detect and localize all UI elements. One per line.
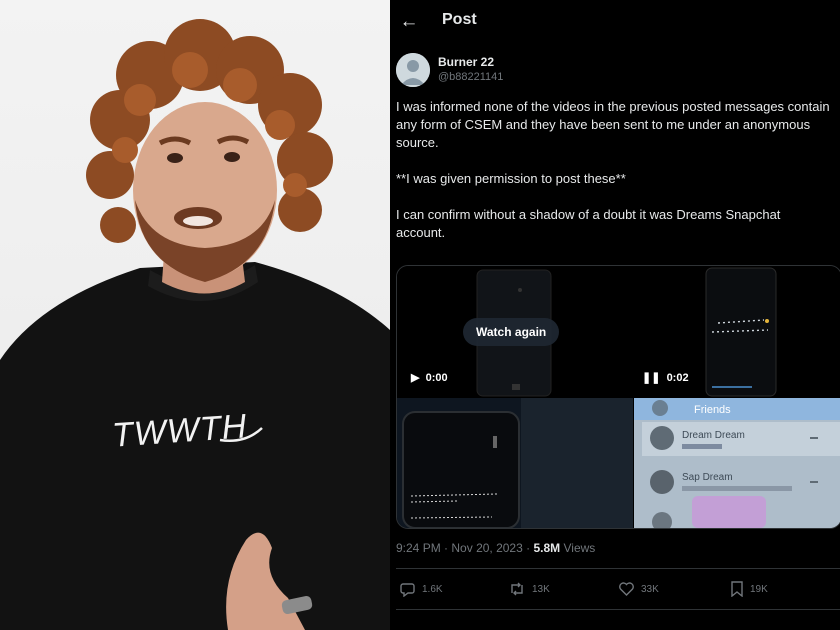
author-handle[interactable]: @b88221141 xyxy=(438,71,503,83)
divider xyxy=(396,568,840,569)
image-tile-3[interactable] xyxy=(397,398,633,528)
action-bar: 1.6K 13K 33K 19K xyxy=(396,578,836,600)
play-icon: ▶ xyxy=(411,372,420,384)
post-panel: ← Post Burner 22 @b88221141 I was inform… xyxy=(390,0,840,630)
repost-button[interactable]: 13K xyxy=(508,578,550,600)
header-title: Post xyxy=(442,11,477,28)
presenter-photo: TWWTH xyxy=(0,0,390,630)
snapchat-row-2: Sap Dream xyxy=(682,472,733,483)
post-header: ← Post xyxy=(390,0,840,44)
friends-label: Friends xyxy=(694,404,731,416)
repost-count: 13K xyxy=(532,583,550,595)
presenter-illustration: TWWTH xyxy=(0,19,390,630)
post-meta: 9:24 PM · Nov 20, 2023 · 5.8M Views xyxy=(396,541,595,555)
post-date[interactable]: Nov 20, 2023 xyxy=(451,541,522,555)
meta-separator: · xyxy=(526,541,531,555)
meta-separator: · xyxy=(444,541,449,555)
repost-icon xyxy=(511,582,523,596)
post-paragraph: I can confirm without a shadow of a doub… xyxy=(396,207,781,240)
video-1-time: 0:00 xyxy=(425,372,448,384)
phone-screenshot-image xyxy=(397,398,633,528)
post-time[interactable]: 9:24 PM xyxy=(396,541,441,555)
snapchat-friends-image: Friends Dream Dream Sap Dream xyxy=(634,398,840,528)
views-label: Views xyxy=(563,541,596,555)
bookmark-icon xyxy=(731,581,743,597)
post-paragraph: I was informed none of the videos in the… xyxy=(396,99,830,150)
author-avatar[interactable] xyxy=(396,53,430,87)
pause-icon: ❚❚ xyxy=(642,372,661,384)
video-2-pause-control[interactable]: ❚❚ 0:02 xyxy=(642,371,689,384)
back-arrow-icon[interactable]: ← xyxy=(396,9,422,35)
default-avatar-icon xyxy=(396,53,430,87)
image-tile-4[interactable]: Friends Dream Dream Sap Dream xyxy=(634,398,840,528)
media-grid: Watch again ▶ 0:00 ❚❚ 0:02 Friends Dream… xyxy=(396,265,840,529)
author-name[interactable]: Burner 22 xyxy=(438,55,494,69)
heart-icon xyxy=(619,582,634,596)
like-count: 33K xyxy=(641,583,659,595)
views-count: 5.8M xyxy=(533,541,561,555)
video-1-play-control[interactable]: ▶ 0:00 xyxy=(411,371,448,384)
reply-count: 1.6K xyxy=(422,583,443,595)
video-tile-1[interactable]: Watch again ▶ 0:00 xyxy=(397,266,633,397)
reply-icon xyxy=(400,583,415,597)
watch-again-button[interactable]: Watch again xyxy=(463,318,560,346)
post-text: I was informed none of the videos in the… xyxy=(396,98,830,260)
bookmark-button[interactable]: 19K xyxy=(730,578,768,600)
divider xyxy=(396,609,840,610)
video-tile-2[interactable]: ❚❚ 0:02 xyxy=(634,266,840,397)
like-button[interactable]: 33K xyxy=(618,578,659,600)
post-paragraph: **I was given permission to post these** xyxy=(396,171,626,186)
reply-button[interactable]: 1.6K xyxy=(400,578,443,600)
bookmark-count: 19K xyxy=(750,583,768,595)
video-2-time: 0:02 xyxy=(666,372,689,384)
snapchat-row-1: Dream Dream xyxy=(682,430,745,441)
